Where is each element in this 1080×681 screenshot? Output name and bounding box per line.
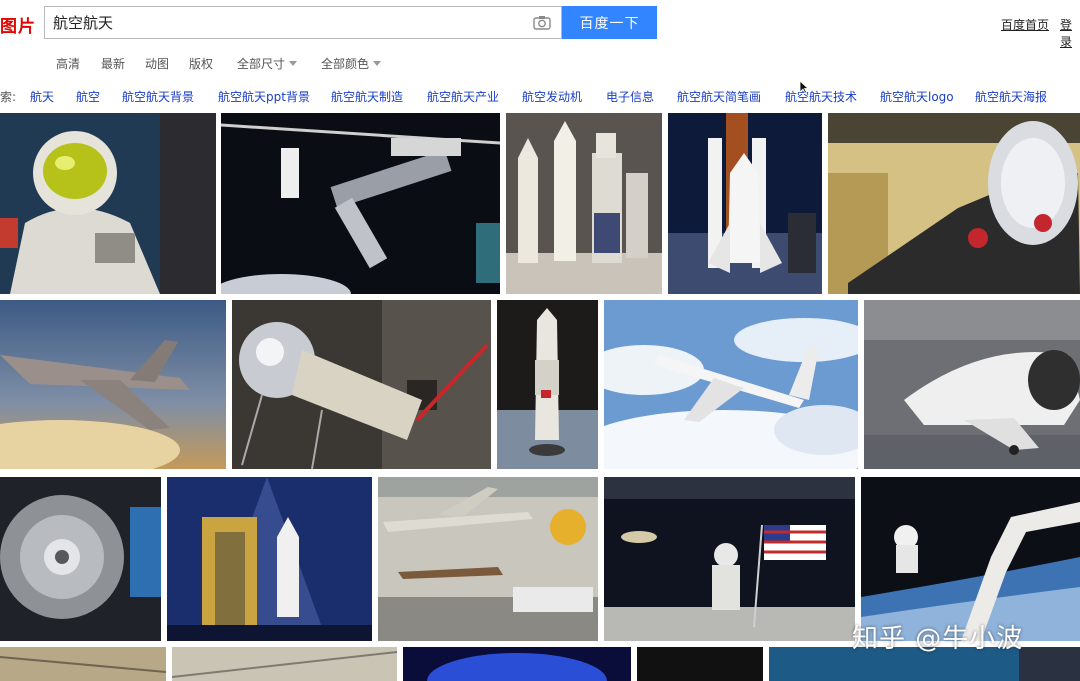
filter-animated[interactable]: 动图 [145, 55, 169, 72]
related-link[interactable]: 航空航天ppt背景 [218, 88, 310, 105]
camera-icon[interactable] [533, 15, 551, 30]
header: 图片 百度一下 百度首页 登录 [0, 0, 1080, 49]
baidu-image-logo[interactable]: 图片 [0, 12, 36, 37]
image-space-station-model[interactable] [221, 113, 500, 294]
chevron-down-icon [289, 61, 298, 66]
search-input[interactable] [45, 7, 525, 38]
image-long-march-rockets[interactable] [506, 113, 662, 294]
related-link[interactable]: 航天 [30, 88, 54, 105]
image-airliner-above-clouds[interactable] [604, 300, 858, 469]
related-link[interactable]: 航空航天logo [880, 88, 954, 105]
filter-bar: 高清 最新 动图 版权 全部尺寸 全部颜色 [0, 52, 1080, 72]
image-air-museum-hall[interactable] [378, 477, 598, 641]
related-link[interactable]: 航空航天海报 [975, 88, 1047, 105]
image-radial-engine[interactable] [0, 477, 161, 641]
search-button[interactable]: 百度一下 [562, 6, 657, 39]
image-moon-landing-astronaut[interactable] [604, 477, 855, 641]
related-link[interactable]: 航空航天背景 [122, 88, 194, 105]
image-space-shuttle-museum[interactable] [864, 300, 1080, 469]
filter-size-dropdown[interactable]: 全部尺寸 [237, 55, 298, 72]
image-shenzhou-spacecraft[interactable] [497, 300, 598, 469]
image-partial-row4[interactable] [0, 647, 166, 681]
related-link[interactable]: 航空航天产业 [427, 88, 499, 105]
related-link[interactable]: 航空航天简笔画 [677, 88, 761, 105]
image-astronaut-robotic-arm[interactable] [861, 477, 1080, 641]
image-space-shuttle-launch[interactable] [668, 113, 822, 294]
filter-latest[interactable]: 最新 [101, 55, 125, 72]
related-searches: 索: 航天 航空 航空航天背景 航空航天ppt背景 航空航天制造 航空航天产业 … [0, 86, 1080, 106]
filter-hd[interactable]: 高清 [56, 55, 80, 72]
image-jet-engine[interactable] [828, 113, 1080, 294]
image-sputnik-satellite[interactable] [232, 300, 491, 469]
related-link[interactable]: 航空航天制造 [331, 88, 403, 105]
image-fighter-jet-clouds[interactable] [0, 300, 226, 469]
image-astronaut-spacesuit[interactable] [0, 113, 216, 294]
image-partial-row4[interactable] [403, 647, 631, 681]
related-link[interactable]: 航空发动机 [522, 88, 582, 105]
mouse-cursor-icon [799, 80, 809, 94]
baidu-home-link[interactable]: 百度首页 [1001, 16, 1049, 33]
filter-color-dropdown[interactable]: 全部颜色 [321, 55, 382, 72]
search-box[interactable] [44, 6, 562, 39]
login-link[interactable]: 登录 [1060, 16, 1080, 50]
image-shuttle-launch-night[interactable] [167, 477, 372, 641]
image-partial-row4[interactable] [637, 647, 763, 681]
filter-copyright[interactable]: 版权 [189, 55, 213, 72]
related-link[interactable]: 电子信息 [606, 88, 654, 105]
related-link[interactable]: 航空航天技术 [785, 88, 857, 105]
related-prefix: 索: [0, 90, 17, 104]
image-partial-row4[interactable] [172, 647, 397, 681]
zhihu-watermark: 知乎 @牛小波 [852, 624, 1024, 654]
chevron-down-icon [373, 61, 382, 66]
related-link[interactable]: 航空 [76, 88, 100, 105]
